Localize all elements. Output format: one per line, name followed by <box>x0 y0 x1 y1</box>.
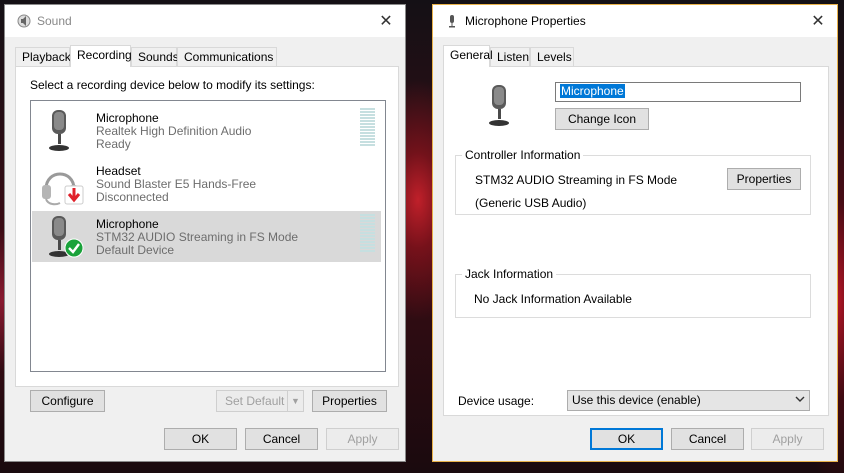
ok-button[interactable]: OK <box>164 428 237 450</box>
microphone-icon <box>489 85 509 126</box>
device-status: Default Device <box>96 243 175 257</box>
device-description: Sound Blaster E5 Hands-Free <box>96 177 257 191</box>
group-title: Controller Information <box>462 148 584 162</box>
device-name: Headset <box>96 164 141 178</box>
close-icon[interactable]: ✕ <box>807 11 829 31</box>
jack-information-group: Jack Information No Jack Information Ava… <box>455 267 811 318</box>
set-default-label: Set Default <box>225 394 285 408</box>
tab-playback[interactable]: Playback <box>15 47 71 66</box>
dialog-footer: OK Cancel Apply <box>5 416 405 461</box>
tab-communications[interactable]: Communications <box>177 47 277 66</box>
list-item[interactable]: Microphone STM32 AUDIO Streaming in FS M… <box>32 211 381 262</box>
mic-titlebar[interactable]: Microphone Properties ✕ <box>433 5 837 37</box>
microphone-properties-dialog: Microphone Properties ✕ General Listen L… <box>432 4 838 462</box>
tab-levels[interactable]: Levels <box>530 47 574 66</box>
controller-name: STM32 AUDIO Streaming in FS Mode <box>475 173 678 187</box>
level-meter <box>360 108 375 148</box>
configure-button[interactable]: Configure <box>30 390 105 412</box>
recording-device-list[interactable]: Microphone Realtek High Definition Audio… <box>30 100 386 372</box>
chevron-down-icon[interactable]: ▼ <box>287 391 303 411</box>
disconnected-arrow-icon <box>64 185 84 205</box>
device-usage-select[interactable]: Use this device (enable) <box>567 390 810 411</box>
close-icon[interactable]: ✕ <box>375 11 397 31</box>
default-check-icon <box>64 238 84 258</box>
tab-general[interactable]: General <box>443 45 493 67</box>
apply-button[interactable]: Apply <box>751 428 824 450</box>
controller-properties-button[interactable]: Properties <box>727 168 801 190</box>
microphone-icon <box>449 15 455 28</box>
device-usage-label: Device usage: <box>458 394 535 408</box>
cancel-button[interactable]: Cancel <box>671 428 744 450</box>
controller-driver: (Generic USB Audio) <box>475 196 587 210</box>
instruction-text: Select a recording device below to modif… <box>30 78 315 92</box>
tab-recording[interactable]: Recording <box>70 45 132 67</box>
controller-information-group: Controller Information STM32 AUDIO Strea… <box>455 148 811 215</box>
tab-listen[interactable]: Listen <box>490 47 530 66</box>
chevron-down-icon <box>795 396 805 402</box>
sound-dialog: Sound ✕ Playback Recording Sounds Commun… <box>4 4 406 462</box>
ok-button[interactable]: OK <box>590 428 663 450</box>
list-item[interactable]: Headset Sound Blaster E5 Hands-Free Disc… <box>32 158 381 209</box>
group-title: Jack Information <box>462 267 557 281</box>
device-name-value: Microphone <box>560 84 625 98</box>
level-meter <box>360 214 375 254</box>
list-item[interactable]: Microphone Realtek High Definition Audio… <box>32 105 381 156</box>
device-status: Disconnected <box>96 190 169 204</box>
device-name: Microphone <box>96 217 159 231</box>
device-usage-value: Use this device (enable) <box>572 393 701 407</box>
cancel-button[interactable]: Cancel <box>245 428 318 450</box>
dialog-footer: OK Cancel Apply <box>433 416 837 461</box>
microphone-icon <box>49 110 69 151</box>
device-name: Microphone <box>96 111 159 125</box>
change-icon-button[interactable]: Change Icon <box>555 108 649 130</box>
device-status: Ready <box>96 137 131 151</box>
set-default-button[interactable]: Set Default ▼ <box>216 390 304 412</box>
speaker-icon <box>17 14 31 28</box>
device-description: Realtek High Definition Audio <box>96 124 252 138</box>
window-title: Sound <box>37 14 72 28</box>
jack-info-text: No Jack Information Available <box>474 292 632 306</box>
properties-button[interactable]: Properties <box>312 390 387 412</box>
apply-button[interactable]: Apply <box>326 428 399 450</box>
sound-titlebar[interactable]: Sound ✕ <box>5 5 405 37</box>
tab-sounds[interactable]: Sounds <box>131 47 179 66</box>
window-title: Microphone Properties <box>465 14 586 28</box>
device-description: STM32 AUDIO Streaming in FS Mode <box>96 230 299 244</box>
device-name-field[interactable]: Microphone <box>555 82 801 102</box>
